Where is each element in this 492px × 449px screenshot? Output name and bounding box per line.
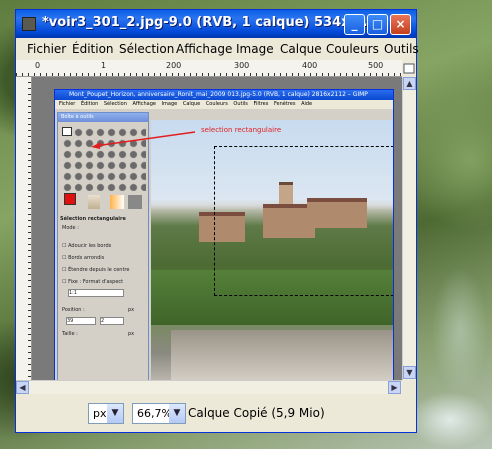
title-bar[interactable]: *voir3_301_2.jpg-9.0 (RVB, 1 calque) 534… [16, 10, 416, 38]
scroll-right-icon[interactable]: ▶ [388, 381, 401, 394]
unit-select[interactable]: px ▼ [88, 403, 124, 424]
screenshot-image-content: Mont_Poupet_Horizon, anniversaire_Ronit_… [54, 89, 394, 380]
ruler-label: 200 [166, 61, 182, 70]
layer-info: Calque Copié (5,9 Mio) [188, 406, 325, 420]
ruler-label: 1 [101, 61, 107, 70]
menu-couleurs[interactable]: Couleurs [326, 42, 379, 56]
annotation-text: selection rectangulaire [201, 126, 282, 134]
vertical-scrollbar[interactable]: ▲ ▼ [402, 77, 416, 380]
scroll-up-icon[interactable]: ▲ [403, 77, 416, 90]
image-canvas[interactable]: Mont_Poupet_Horizon, anniversaire_Ronit_… [32, 77, 402, 380]
gimp-image-window: *voir3_301_2.jpg-9.0 (RVB, 1 calque) 534… [15, 9, 419, 433]
ruler-label: 500 [368, 61, 384, 70]
scroll-down-icon[interactable]: ▼ [403, 366, 416, 379]
ruler-label: 300 [234, 61, 250, 70]
menu-outils[interactable]: Outils [384, 42, 419, 56]
menu-affichage[interactable]: Affichage [176, 42, 232, 56]
close-button[interactable]: × [390, 14, 411, 35]
status-bar: px ▼ 66,7% ▼ Calque Copié (5,9 Mio) [16, 394, 416, 432]
ruler-label: 400 [302, 61, 318, 70]
gimp-icon [22, 17, 36, 31]
menu-image[interactable]: Image [236, 42, 274, 56]
menu-selection[interactable]: Sélection [119, 42, 174, 56]
maximize-button[interactable]: □ [367, 14, 388, 35]
rectangle-selection [214, 146, 393, 296]
chevron-down-icon[interactable]: ▼ [169, 404, 185, 423]
menu-calque[interactable]: Calque [280, 42, 322, 56]
scroll-left-icon[interactable]: ◀ [16, 381, 29, 394]
menu-fichier[interactable]: Fichier [27, 42, 66, 56]
minimize-button[interactable]: _ [344, 14, 365, 35]
unit-value: px [93, 407, 107, 420]
menu-edition[interactable]: Édition [72, 42, 114, 56]
horizontal-scrollbar[interactable]: ◀ ▶ [16, 380, 402, 394]
menubar: Fichier Édition Sélection Affichage Imag… [16, 38, 419, 60]
zoom-select[interactable]: 66,7% ▼ [132, 403, 186, 424]
ruler-label: 0 [35, 61, 41, 70]
zoom-value: 66,7% [137, 407, 172, 420]
horizontal-ruler: 0 1 200 300 400 500 [16, 60, 402, 77]
window-title: *voir3_301_2.jpg-9.0 (RVB, 1 calque) 534… [42, 15, 372, 30]
quick-mask-icon[interactable] [402, 60, 416, 77]
chevron-down-icon[interactable]: ▼ [107, 404, 123, 423]
vertical-ruler [16, 77, 32, 380]
